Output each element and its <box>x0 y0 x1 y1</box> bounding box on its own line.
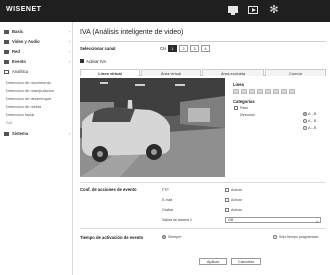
sidebar-item-event[interactable]: Evento › <box>4 58 70 66</box>
activation-time-title: Tiempo de activación de evento <box>80 235 144 240</box>
sidebar-item-system[interactable]: Sistema › <box>4 130 70 138</box>
page-title: IVA (Análisis inteligente de video) <box>80 29 184 36</box>
event-icon <box>4 59 9 64</box>
sidebar-item-basic[interactable]: Basic › <box>4 28 70 36</box>
line-number-6[interactable] <box>273 89 279 94</box>
sidebar-sub-iva[interactable]: IVA <box>6 119 12 126</box>
ftp-label: FTP <box>162 188 169 192</box>
scheduled-label: Sólo tiempo programado <box>279 235 319 239</box>
divider <box>80 228 326 229</box>
line-number-7[interactable] <box>281 89 287 94</box>
scheduled-radio[interactable] <box>273 235 277 239</box>
pass-checkbox[interactable] <box>234 106 238 110</box>
monitor-icon[interactable] <box>227 5 239 16</box>
sidebar: Basic › Video y Audio › Red › Evento › Analí… <box>0 22 73 275</box>
channel-button-3[interactable]: 3 <box>190 45 199 52</box>
channel-prefix: CH <box>160 46 167 51</box>
tab-excluded-area[interactable]: Área excluida <box>202 69 264 76</box>
direction-label: Dirección <box>240 113 255 117</box>
sidebar-sub-motion[interactable]: Detección de movimiento <box>6 79 51 86</box>
camera-video[interactable] <box>80 78 225 177</box>
email-label: E-mail <box>162 198 173 202</box>
system-icon <box>4 131 9 136</box>
categories-label: Categorías <box>233 99 255 104</box>
always-radio[interactable] <box>162 235 166 239</box>
sidebar-item-video-audio[interactable]: Video y Audio › <box>4 38 70 46</box>
alarm-output-select[interactable]: Off ⌄ <box>225 217 321 223</box>
select-channel-label: Seleccionar canal <box>80 46 116 51</box>
direction-radio-ba[interactable] <box>303 119 307 123</box>
record-checkbox[interactable] <box>225 208 229 212</box>
tab-bar: Línea virtual Área virtual Área excluida… <box>80 69 326 76</box>
chevron-right-icon: › <box>68 131 70 136</box>
line-number-1[interactable] <box>233 89 239 94</box>
enable-iva-label: Activar IVA <box>86 59 107 64</box>
chevron-down-icon: ⌄ <box>315 218 319 223</box>
top-bar: WISENET ✻ <box>0 0 330 22</box>
main-content: IVA (Análisis inteligente de video) Sele… <box>80 22 328 275</box>
divider <box>80 182 326 183</box>
sidebar-sub-tampering[interactable]: Detección de manipulación <box>6 87 54 94</box>
line-number-2[interactable] <box>241 89 247 94</box>
playback-icon[interactable] <box>247 5 259 16</box>
pass-label: Paso <box>240 106 249 110</box>
line-title: Línea <box>233 82 244 87</box>
channel-button-2[interactable]: 2 <box>179 45 188 52</box>
line-number-4[interactable] <box>257 89 263 94</box>
line-number-8[interactable] <box>289 89 295 94</box>
network-icon <box>4 49 9 54</box>
enable-iva-checkbox[interactable] <box>80 59 84 63</box>
direction-option-ab: A→B <box>308 112 317 116</box>
logo: WISENET <box>6 6 42 13</box>
analytics-icon <box>4 69 9 74</box>
email-checkbox[interactable] <box>225 198 229 202</box>
sidebar-item-network[interactable]: Red › <box>4 48 70 56</box>
tab-virtual-line[interactable]: Línea virtual <box>80 69 140 76</box>
direction-option-both: A↔B <box>308 126 317 130</box>
ftp-enable-label: Activar <box>231 188 242 192</box>
channel-button-1[interactable]: 1 <box>168 45 177 52</box>
divider <box>80 41 326 42</box>
chevron-right-icon: › <box>68 49 70 54</box>
gear-icon[interactable]: ✻ <box>268 5 280 16</box>
chevron-right-icon: › <box>68 39 70 44</box>
sidebar-sub-fog[interactable]: Detección de niebla <box>6 103 41 110</box>
line-number-5[interactable] <box>265 89 271 94</box>
chevron-right-icon: › <box>68 29 70 34</box>
record-label: Grabar <box>162 208 174 212</box>
cancel-button[interactable]: Cancelar <box>231 258 261 265</box>
ftp-checkbox[interactable] <box>225 188 229 192</box>
sidebar-sub-defocus[interactable]: Detección de desenfoque <box>6 95 51 102</box>
video-icon <box>4 39 9 44</box>
record-enable-label: Activar <box>231 208 242 212</box>
email-enable-label: Activar <box>231 198 242 202</box>
direction-radio-ab[interactable] <box>303 112 307 116</box>
tab-virtual-area[interactable]: Área virtual <box>141 69 201 76</box>
channel-button-4[interactable]: 4 <box>201 45 210 52</box>
line-number-3[interactable] <box>249 89 255 94</box>
always-label: Siempre <box>168 235 182 239</box>
sidebar-sub-face[interactable]: Detección facial <box>6 111 34 118</box>
chevron-right-icon: › <box>68 59 70 64</box>
alarm-output-label: Salida de alarma 1 <box>162 218 192 222</box>
event-actions-title: Conf. de acciones de evento <box>80 187 137 192</box>
sidebar-item-analytics[interactable]: Analítica <box>4 68 70 76</box>
tab-common[interactable]: Común <box>265 69 326 76</box>
camera-icon <box>4 29 9 34</box>
video-image <box>80 78 225 177</box>
direction-radio-both[interactable] <box>303 126 307 130</box>
direction-option-ba: A←B <box>308 119 317 123</box>
apply-button[interactable]: Aplicar <box>199 258 227 265</box>
